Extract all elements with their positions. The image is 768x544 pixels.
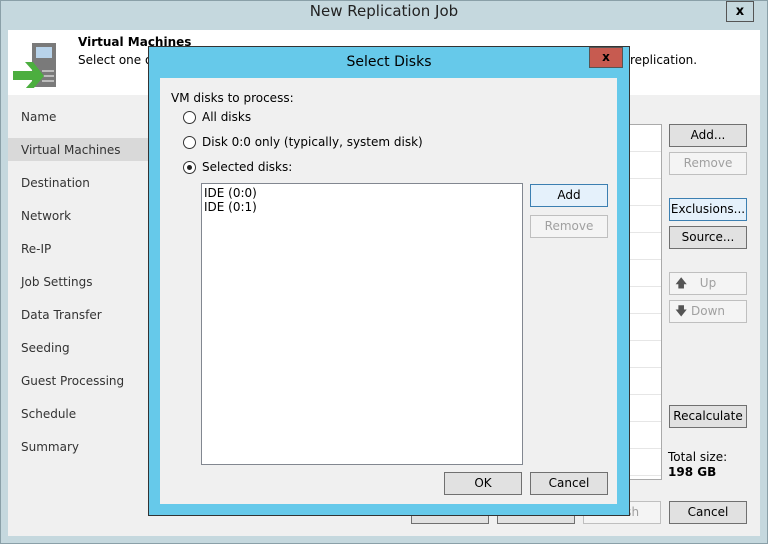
- radio-all-disks-label[interactable]: All disks: [202, 110, 251, 124]
- source-button[interactable]: Source...: [669, 226, 747, 249]
- vm-replication-icon: [13, 43, 56, 88]
- dialog-ok-button[interactable]: OK: [444, 472, 522, 495]
- dialog-remove-button[interactable]: Remove: [530, 215, 608, 238]
- header-description-end: replication.: [630, 53, 698, 67]
- down-button[interactable]: 🡇 Down: [669, 300, 747, 323]
- header-description: Select one or: [78, 53, 158, 67]
- arrow-down-icon: 🡇: [675, 304, 688, 318]
- nav-summary[interactable]: Summary: [21, 440, 79, 454]
- add-vm-button[interactable]: Add...: [669, 124, 747, 147]
- dialog-close-button[interactable]: x: [589, 47, 623, 68]
- radio-selected-disks-label[interactable]: Selected disks:: [202, 160, 292, 174]
- radio-selected-disks[interactable]: [183, 161, 196, 174]
- nav-data-transfer[interactable]: Data Transfer: [21, 308, 102, 322]
- dialog-add-button[interactable]: Add: [530, 184, 608, 207]
- nav-destination[interactable]: Destination: [21, 176, 90, 190]
- radio-disk-0-0-label[interactable]: Disk 0:0 only (typically, system disk): [202, 135, 423, 149]
- dialog-cancel-button[interactable]: Cancel: [530, 472, 608, 495]
- nav-network[interactable]: Network: [21, 209, 71, 223]
- nav-name[interactable]: Name: [21, 110, 56, 124]
- up-label: Up: [699, 276, 717, 290]
- remove-vm-button[interactable]: Remove: [669, 152, 747, 175]
- up-button[interactable]: 🡅 Up: [669, 272, 747, 295]
- total-size-label: Total size:: [668, 450, 728, 464]
- radio-all-disks[interactable]: [183, 111, 196, 124]
- radio-disk-0-0[interactable]: [183, 136, 196, 149]
- nav-schedule[interactable]: Schedule: [21, 407, 76, 421]
- total-size-value: 198 GB: [668, 465, 717, 479]
- nav-job-settings[interactable]: Job Settings: [21, 275, 93, 289]
- window-close-button[interactable]: x: [726, 1, 754, 22]
- disk-item[interactable]: IDE (0:0): [202, 184, 522, 200]
- disk-item[interactable]: IDE (0:1): [202, 200, 522, 214]
- recalculate-button[interactable]: Recalculate: [669, 405, 747, 428]
- cancel-button[interactable]: Cancel: [669, 501, 747, 524]
- nav-seeding[interactable]: Seeding: [21, 341, 70, 355]
- nav-guest-processing[interactable]: Guest Processing: [21, 374, 124, 388]
- dialog-title: Select Disks: [346, 54, 432, 70]
- window-title: New Replication Job: [309, 2, 459, 20]
- exclusions-button[interactable]: Exclusions...: [669, 198, 747, 221]
- nav-virtual-machines[interactable]: Virtual Machines: [21, 143, 121, 157]
- arrow-up-icon: 🡅: [675, 276, 688, 290]
- disks-group-label: VM disks to process:: [171, 91, 294, 105]
- nav-re-ip[interactable]: Re-IP: [21, 242, 51, 256]
- down-label: Down: [690, 304, 725, 318]
- disks-list[interactable]: IDE (0:0) IDE (0:1): [201, 183, 523, 465]
